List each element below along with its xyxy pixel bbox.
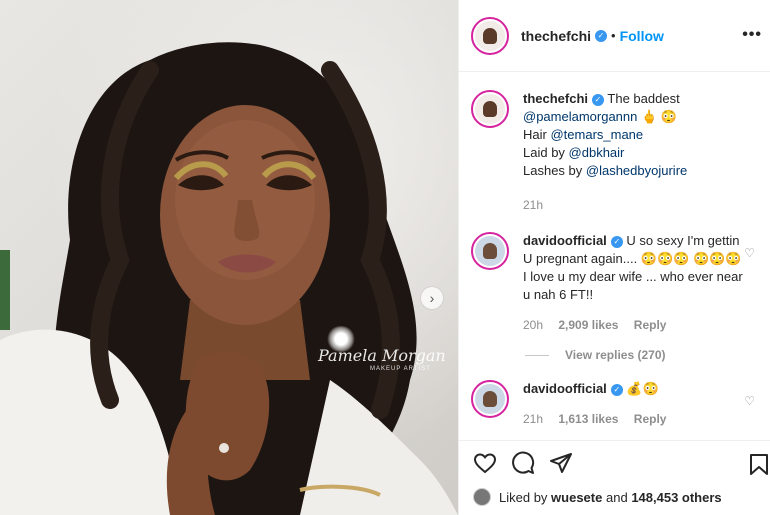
replies-divider — [525, 354, 549, 356]
likes-count[interactable]: 148,453 others — [631, 490, 721, 505]
comment-body: davidoofficial ✓ U so sexy I'm gettin U p… — [523, 232, 743, 334]
heart-icon[interactable] — [473, 451, 497, 475]
reply-button[interactable]: Reply — [634, 318, 667, 332]
author-avatar[interactable] — [471, 16, 509, 55]
action-bar — [459, 440, 770, 484]
next-photo-button[interactable]: › — [420, 286, 444, 310]
mention-link[interactable]: @dbkhair — [569, 145, 625, 160]
caption-lashes-label: Lashes by — [523, 163, 583, 178]
comment-meta: 20h 2,909 likes Reply — [523, 316, 743, 334]
likes-middle: and — [605, 489, 628, 505]
liker-username[interactable]: wuesete — [551, 490, 602, 505]
chevron-right-icon: › — [429, 290, 435, 306]
separator-dot: • — [611, 28, 616, 43]
verified-icon: ✓ — [610, 383, 623, 396]
photo-illustration — [0, 42, 458, 515]
commenter-avatar[interactable] — [471, 232, 509, 270]
photo-watermark: Pamela Morgan — [318, 346, 446, 365]
comment-meta: 21h 1,613 likes Reply — [523, 410, 743, 428]
author-username[interactable]: thechefchi — [521, 28, 591, 44]
comments-list[interactable]: thechefchi ✓ The baddest @pamelamorgannn … — [459, 72, 770, 440]
more-options-icon[interactable]: ••• — [742, 26, 762, 44]
caption-hair-label: Hair — [523, 127, 547, 142]
comment-item: davidoofficial ✓ U so sexy I'm gettin U p… — [471, 232, 759, 334]
post-side-panel: thechefchi ✓ • Follow ••• thechefchi ✓ Th… — [458, 0, 770, 515]
liker-avatar[interactable] — [473, 488, 491, 506]
comment-likes[interactable]: 2,909 likes — [558, 318, 618, 332]
comment-username[interactable]: davidoofficial — [523, 381, 607, 396]
mention-link[interactable]: @lashedbyojurire — [586, 163, 687, 178]
commenter-avatar[interactable] — [471, 380, 509, 418]
likes-prefix: Liked by — [499, 489, 548, 505]
photo-watermark-sub: MAKEUP ARTIST — [370, 366, 431, 372]
comment-body: davidoofficial ✓ 💰😳 21h 1,613 likes Reply — [523, 380, 743, 428]
caption-text: The baddest — [607, 91, 680, 106]
caption-username[interactable]: thechefchi — [523, 91, 588, 106]
mention-link[interactable]: @temars_mane — [550, 127, 643, 142]
caption-avatar[interactable] — [471, 90, 509, 128]
comment-time: 21h — [523, 412, 544, 426]
comment-time: 20h — [523, 318, 544, 332]
follow-button[interactable]: Follow — [620, 28, 664, 44]
bookmark-icon[interactable] — [749, 453, 769, 478]
verified-icon: ✓ — [592, 93, 605, 106]
comment-item: davidoofficial ✓ 💰😳 21h 1,613 likes Reply… — [471, 380, 759, 428]
heart-icon[interactable]: ♡ — [744, 246, 755, 260]
share-icon[interactable] — [549, 451, 573, 475]
caption-emoji: 🖕 😳 — [641, 109, 677, 124]
caption-body: thechefchi ✓ The baddest @pamelamorgannn … — [523, 90, 743, 214]
caption-laid-label: Laid by — [523, 145, 565, 160]
caption: thechefchi ✓ The baddest @pamelamorgannn … — [471, 90, 759, 214]
verified-icon: ✓ — [595, 29, 608, 42]
likes-summary: Liked by wuesete and 148,453 others — [473, 484, 722, 510]
comment-username[interactable]: davidoofficial — [523, 233, 607, 248]
comment-text: 💰😳 — [626, 381, 659, 396]
post-header: thechefchi ✓ • Follow ••• — [459, 0, 770, 72]
mention-link[interactable]: @pamelamorgannn — [523, 109, 637, 124]
heart-icon[interactable]: ♡ — [744, 394, 755, 408]
verified-icon: ✓ — [610, 235, 623, 248]
comment-icon[interactable] — [511, 451, 535, 475]
post-photo[interactable]: Pamela Morgan MAKEUP ARTIST › — [0, 0, 458, 515]
view-replies-label: View replies (270) — [565, 348, 666, 362]
view-replies-button[interactable]: View replies (270) — [525, 348, 759, 362]
caption-meta: 21h — [523, 196, 743, 214]
comment-likes[interactable]: 1,613 likes — [558, 412, 618, 426]
caption-time: 21h — [523, 198, 544, 212]
reply-button[interactable]: Reply — [634, 412, 667, 426]
